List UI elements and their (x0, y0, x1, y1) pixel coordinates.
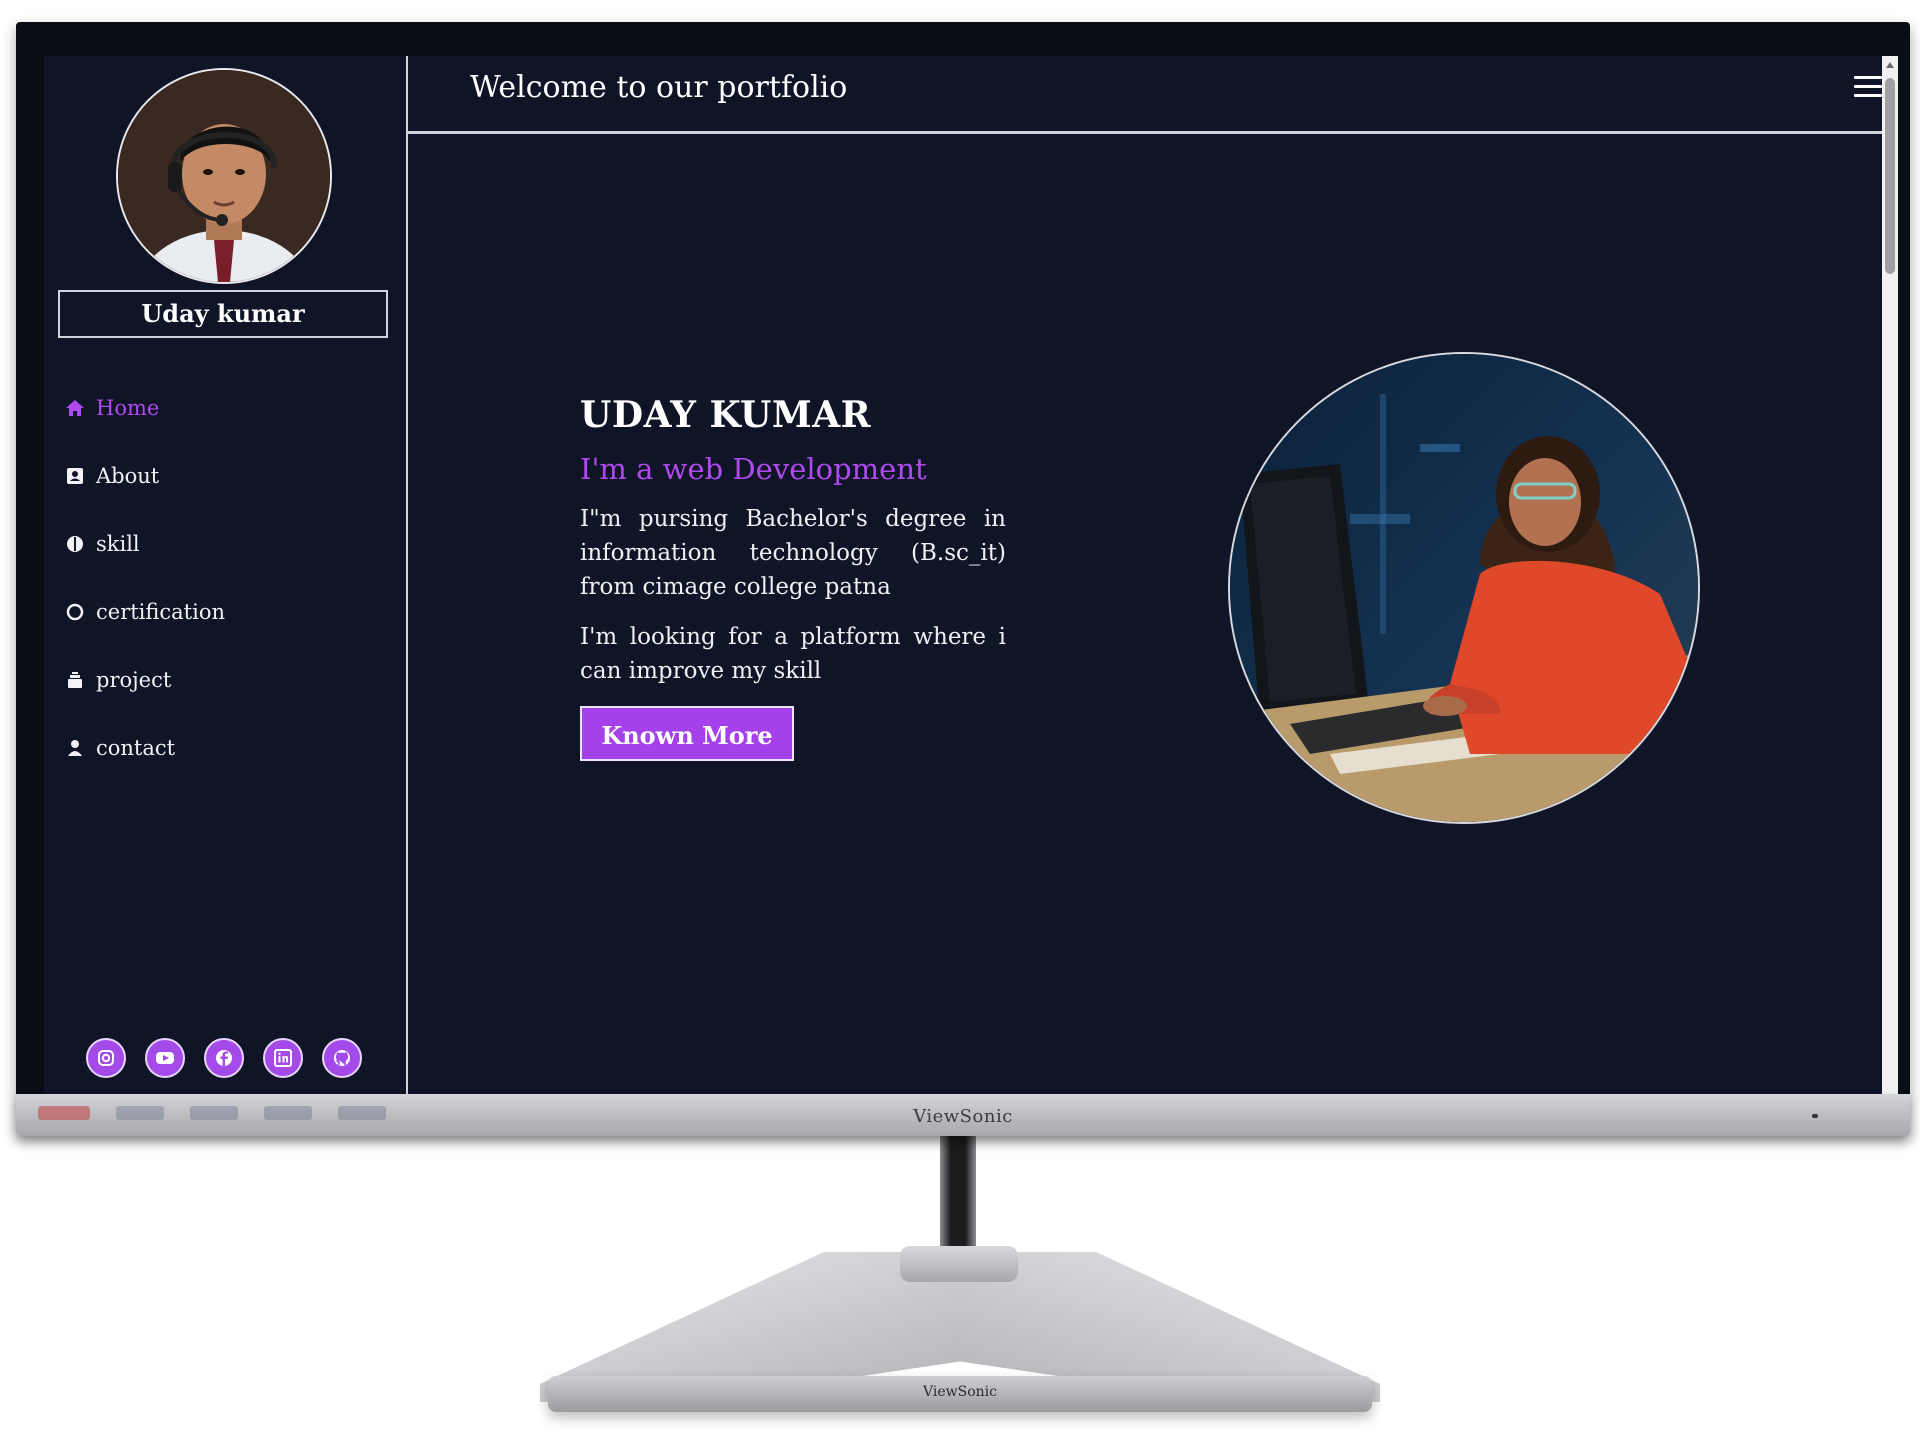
home-icon (64, 397, 86, 419)
sidebar: Uday kumar Home About skill certificatio… (44, 56, 408, 1112)
scroll-up-icon[interactable] (1886, 62, 1894, 68)
hero-paragraph-education: I"m pursing Bachelor's degree in informa… (580, 506, 1006, 600)
sidebar-item-contact[interactable]: contact (64, 714, 384, 782)
monitor-brand-label: ViewSonic (913, 1106, 1013, 1127)
known-more-button[interactable]: Known More (580, 706, 794, 761)
brain-icon (64, 533, 86, 555)
address-card-icon (64, 465, 86, 487)
topbar: Welcome to our portfolio (408, 56, 1898, 134)
profile-name: Uday kumar (58, 290, 388, 338)
monitor-neck (940, 1136, 976, 1254)
sidebar-item-label: About (96, 464, 160, 488)
sidebar-item-skill[interactable]: skill (64, 510, 384, 578)
monitor-neck-collar (900, 1246, 1018, 1282)
scrollbar-thumb[interactable] (1885, 78, 1895, 274)
linkedin-icon[interactable] (263, 1038, 303, 1078)
social-links (86, 1038, 362, 1078)
avatar (116, 68, 332, 284)
sidebar-item-certification[interactable]: certification (64, 578, 384, 646)
developer-at-desk-image (1230, 354, 1698, 822)
power-led (1812, 1114, 1818, 1118)
sidebar-item-project[interactable]: project (64, 646, 384, 714)
hero-name: UDAY KUMAR (580, 394, 872, 436)
sidebar-item-about[interactable]: About (64, 442, 384, 510)
github-icon[interactable] (322, 1038, 362, 1078)
sidebar-item-label: skill (96, 532, 140, 556)
hero-photo (1228, 352, 1700, 824)
monitor-frame: Uday kumar Home About skill certificatio… (16, 22, 1910, 1134)
page-scrollbar[interactable] (1882, 56, 1898, 1112)
user-icon (64, 737, 86, 759)
screen: Uday kumar Home About skill certificatio… (44, 56, 1898, 1112)
instagram-icon[interactable] (86, 1038, 126, 1078)
youtube-icon[interactable] (145, 1038, 185, 1078)
hero-paragraph-goal: I'm looking for a platform where i can i… (580, 624, 1006, 684)
page-title: Welcome to our portfolio (470, 70, 848, 105)
sidebar-nav: Home About skill certification project c… (64, 374, 384, 782)
stand-brand-label: ViewSonic (923, 1384, 997, 1400)
stage: ViewSonic Uday kumar Home About skill ce… (0, 0, 1920, 1435)
facebook-icon[interactable] (204, 1038, 244, 1078)
hamburger-menu-icon[interactable] (1854, 76, 1882, 100)
hero-role: I'm a web Development (580, 452, 927, 486)
ring-icon (64, 601, 86, 623)
sidebar-item-label: contact (96, 736, 176, 760)
sidebar-item-label: Home (96, 396, 160, 420)
layers-icon (64, 669, 86, 691)
sidebar-item-label: project (96, 668, 172, 692)
monitor-bezel: ViewSonic (16, 1094, 1910, 1136)
avatar-portrait-image (118, 70, 330, 282)
sidebar-item-label: certification (96, 600, 225, 624)
stand-base: ViewSonic (548, 1376, 1372, 1412)
sidebar-item-home[interactable]: Home (64, 374, 384, 442)
hero-text: UDAY KUMAR I'm a web Development I"m pur… (580, 394, 1006, 761)
